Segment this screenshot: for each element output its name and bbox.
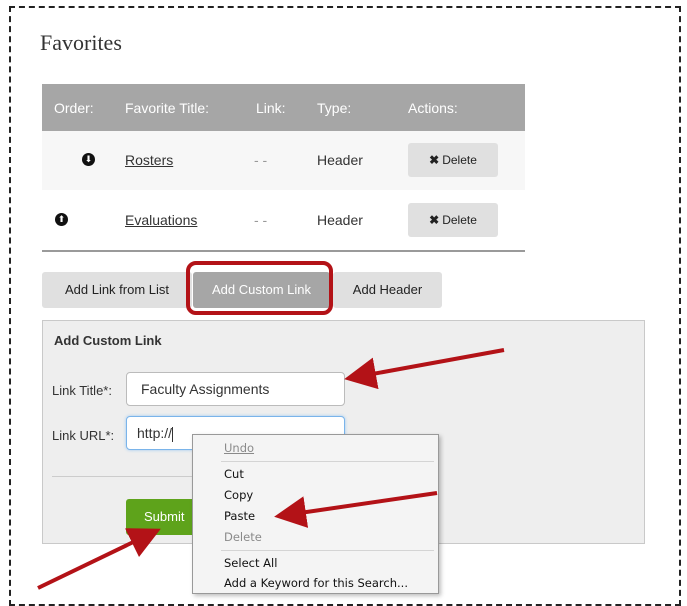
header-link: Link: bbox=[256, 100, 286, 116]
menu-separator bbox=[221, 461, 434, 462]
header-favorite-title: Favorite Title: bbox=[125, 100, 210, 116]
link-title-input[interactable]: Faculty Assignments bbox=[126, 372, 345, 406]
link-url-value: http:// bbox=[137, 425, 173, 441]
delete-label: Delete bbox=[442, 153, 477, 167]
header-type: Type: bbox=[317, 100, 352, 116]
context-menu: Undo Cut Copy Paste Delete Select All Ad… bbox=[192, 434, 439, 594]
close-icon: ✖ bbox=[429, 153, 440, 167]
table-row: ⬆ Evaluations - - Header ✖ Delete bbox=[42, 190, 525, 252]
link-value: - - bbox=[254, 152, 268, 168]
link-value: - - bbox=[254, 212, 268, 228]
type-value: Header bbox=[317, 152, 363, 168]
favorites-table: Order: Favorite Title: Link: Type: Actio… bbox=[42, 84, 525, 252]
highlight-box bbox=[186, 261, 333, 315]
table-header: Order: Favorite Title: Link: Type: Actio… bbox=[42, 84, 525, 131]
menu-item-add-keyword[interactable]: Add a Keyword for this Search... bbox=[224, 576, 408, 590]
text-caret bbox=[172, 426, 174, 442]
arrow-up-circle-icon[interactable]: ⬆ bbox=[55, 213, 68, 226]
tab-add-header[interactable]: Add Header bbox=[333, 272, 442, 308]
header-actions: Actions: bbox=[408, 100, 458, 116]
menu-item-copy[interactable]: Copy bbox=[224, 488, 253, 502]
header-order: Order: bbox=[54, 100, 94, 116]
favorite-title-link[interactable]: Evaluations bbox=[125, 212, 197, 228]
page-title: Favorites bbox=[40, 30, 122, 55]
menu-separator bbox=[221, 550, 434, 551]
link-title-label: Link Title*: bbox=[52, 383, 112, 398]
menu-item-undo[interactable]: Undo bbox=[224, 441, 254, 455]
tab-add-link-from-list[interactable]: Add Link from List bbox=[42, 272, 192, 308]
menu-item-paste[interactable]: Paste bbox=[224, 509, 255, 523]
menu-item-label: Undo bbox=[224, 441, 255, 455]
menu-item-cut[interactable]: Cut bbox=[224, 467, 244, 481]
menu-item-select-all[interactable]: Select All bbox=[224, 556, 277, 570]
type-value: Header bbox=[317, 212, 363, 228]
delete-button[interactable]: ✖ Delete bbox=[408, 203, 498, 237]
delete-button[interactable]: ✖ Delete bbox=[408, 143, 498, 177]
close-icon: ✖ bbox=[429, 213, 440, 227]
link-url-label: Link URL*: bbox=[52, 428, 115, 443]
link-title-value: Faculty Assignments bbox=[141, 381, 270, 397]
menu-item-delete[interactable]: Delete bbox=[224, 530, 262, 544]
panel-title: Add Custom Link bbox=[54, 333, 162, 348]
table-row: ⬇ Rosters - - Header ✖ Delete bbox=[42, 131, 525, 190]
arrow-down-circle-icon[interactable]: ⬇ bbox=[82, 153, 95, 166]
form-divider bbox=[52, 476, 192, 477]
favorite-title-link[interactable]: Rosters bbox=[125, 152, 173, 168]
delete-label: Delete bbox=[442, 213, 477, 227]
